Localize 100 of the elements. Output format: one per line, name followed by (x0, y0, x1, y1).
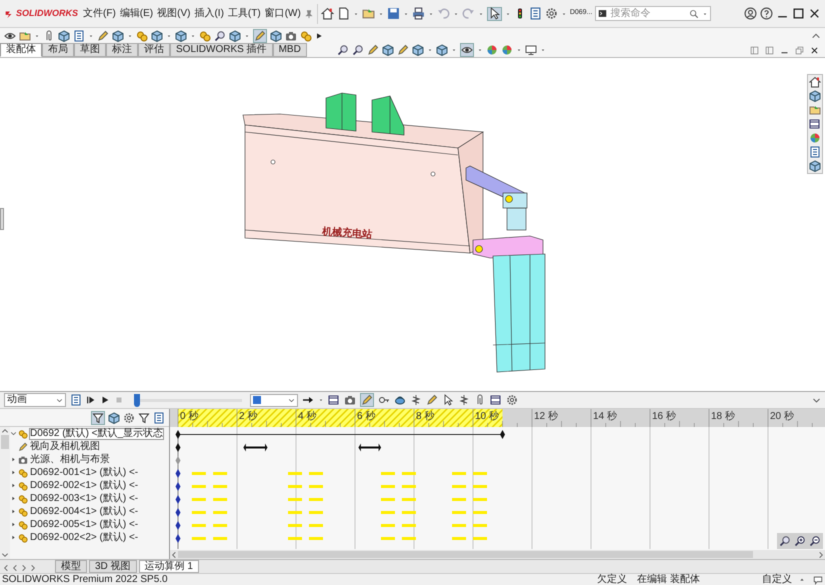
zoom-out-icon[interactable] (809, 535, 821, 547)
cursor-icon[interactable] (442, 394, 454, 406)
scroll-up-icon[interactable] (1, 427, 9, 435)
cube-icon[interactable] (412, 44, 424, 56)
film-icon[interactable] (809, 118, 821, 130)
print-icon[interactable] (412, 7, 425, 20)
scroll-right-icon[interactable] (20, 564, 28, 572)
keyframe-marker[interactable] (176, 430, 180, 439)
panel-handle[interactable] (0, 208, 4, 230)
scroll-first-icon[interactable] (2, 564, 10, 572)
tree-item[interactable]: D0692-003<1> (默认) <- (29, 492, 140, 504)
house-icon[interactable] (809, 76, 821, 88)
list-icon[interactable] (809, 146, 821, 158)
tree-item[interactable]: D0692-005<1> (默认) <- (29, 518, 140, 530)
expand-icon[interactable] (10, 469, 17, 476)
magnifier-icon[interactable] (336, 44, 349, 56)
keyframe-marker[interactable] (176, 482, 180, 491)
scroll-right-icon[interactable] (817, 550, 825, 558)
search-field[interactable]: 搜索命令 (595, 6, 712, 21)
collapse-icon[interactable] (10, 430, 17, 437)
menu-item[interactable]: 编辑(E) (120, 8, 154, 18)
expand-icon[interactable] (10, 456, 17, 463)
settings-icon[interactable] (506, 394, 518, 406)
play-icon[interactable] (100, 395, 110, 405)
menu-item[interactable]: 视图(V) (157, 8, 190, 18)
ribbon-tab[interactable]: 草图 (74, 43, 106, 57)
eye-icon[interactable] (460, 44, 473, 56)
camera-icon[interactable] (285, 30, 297, 42)
maximize-icon[interactable] (792, 7, 805, 20)
menu-item[interactable]: 工具(T) (228, 8, 261, 18)
panel-left-icon[interactable] (750, 46, 759, 54)
tree-item[interactable]: D0692 (默认) <默认_显示状态 (29, 428, 164, 440)
search-icon[interactable] (689, 8, 700, 18)
restore-icon[interactable] (795, 46, 804, 54)
ribbon-tab[interactable]: 装配体 (0, 43, 42, 57)
folder-icon[interactable] (809, 104, 821, 116)
cube-icon[interactable] (809, 160, 821, 172)
motor-icon[interactable] (394, 394, 406, 406)
keyframe-marker[interactable] (176, 495, 180, 504)
cube-icon[interactable] (270, 30, 282, 42)
home-icon[interactable] (320, 7, 334, 20)
expand-icon[interactable] (10, 495, 17, 502)
list-icon[interactable] (528, 7, 542, 20)
sphere-icon[interactable] (486, 44, 498, 56)
monitor-icon[interactable] (524, 44, 537, 56)
tree-item[interactable]: 光源、相机与布景 (29, 454, 111, 466)
cube-icon[interactable] (229, 30, 241, 42)
menu-item[interactable]: 窗口(W) (264, 8, 301, 18)
cube-icon[interactable] (58, 30, 70, 42)
tree-item[interactable]: D0692-004<1> (默认) <- (29, 506, 140, 518)
expand-icon[interactable] (10, 534, 17, 541)
horizontal-scrollbar[interactable] (170, 550, 825, 559)
sphere-icon[interactable] (809, 132, 821, 144)
keyframe-marker[interactable] (176, 521, 180, 530)
expand-icon[interactable] (10, 521, 17, 528)
menu-item[interactable]: 插入(I) (194, 8, 224, 18)
key-icon[interactable] (378, 394, 390, 406)
gears-icon[interactable] (136, 30, 148, 42)
menu-item[interactable]: 文件(F) (83, 8, 116, 18)
ribbon-tab[interactable]: 评估 (138, 43, 170, 57)
cube-icon[interactable] (151, 30, 163, 42)
chevron-down-icon[interactable] (812, 396, 821, 404)
keyframe-marker[interactable] (176, 534, 180, 543)
ribbon-tab[interactable]: SOLIDWORKS 插件 (170, 43, 273, 57)
close-icon[interactable] (810, 46, 819, 54)
search-input[interactable]: 搜索命令 (610, 8, 686, 19)
scroll-left-icon[interactable] (170, 550, 178, 558)
save-icon[interactable] (386, 7, 400, 20)
study-type-dropdown[interactable]: 动画 (4, 393, 66, 407)
gears-icon[interactable] (300, 30, 312, 42)
cube-icon[interactable] (809, 90, 821, 102)
scroll-down-icon[interactable] (1, 551, 9, 559)
zoom-fit-icon[interactable] (779, 535, 791, 547)
time-slider-thumb[interactable] (134, 394, 140, 406)
cube-icon[interactable] (175, 30, 187, 42)
film-icon[interactable] (328, 394, 340, 406)
chat-icon[interactable] (813, 575, 823, 585)
tree-item[interactable]: 视向及相机视图 (29, 440, 101, 452)
cube-icon[interactable] (108, 412, 120, 424)
magnifier-icon[interactable] (352, 44, 364, 56)
open-folder-icon[interactable] (362, 7, 375, 20)
settings-icon[interactable] (544, 7, 558, 20)
ribbon-tab[interactable]: 标注 (106, 43, 138, 57)
scrollbar-thumb[interactable] (1, 435, 9, 449)
ribbon-tab[interactable]: 布局 (42, 43, 74, 57)
tree-item[interactable]: D0692-001<1> (默认) <- (29, 466, 140, 478)
keyframe-marker[interactable] (176, 443, 180, 452)
list-icon[interactable] (153, 412, 165, 424)
playback-speed-dropdown[interactable] (250, 394, 298, 406)
scrollbar[interactable] (0, 427, 10, 559)
folder-icon[interactable] (19, 30, 31, 42)
pencil-icon[interactable] (426, 394, 438, 406)
cube-icon[interactable] (112, 30, 124, 42)
pencil-icon[interactable] (361, 394, 373, 406)
scroll-left-icon[interactable] (11, 564, 19, 572)
play-icon[interactable] (315, 32, 323, 40)
magnifier-icon[interactable] (214, 30, 226, 42)
new-document-icon[interactable] (336, 7, 350, 20)
keyframe-marker[interactable] (176, 469, 180, 478)
filter-icon[interactable] (92, 412, 104, 424)
